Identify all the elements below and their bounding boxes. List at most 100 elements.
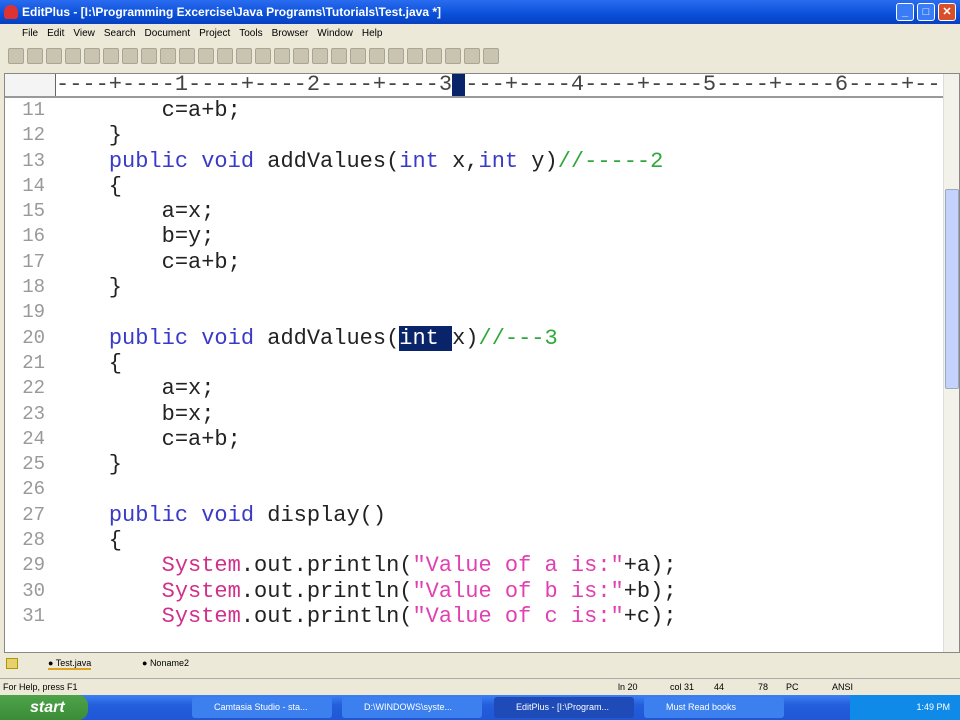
code-token: addValues(: [254, 148, 400, 174]
code-token: System: [161, 553, 241, 579]
menu-document[interactable]: Document: [145, 28, 191, 39]
code-token: b=y;: [56, 224, 215, 250]
code-text: }: [56, 275, 122, 300]
browser-icon[interactable]: [426, 48, 442, 64]
maximize-button[interactable]: □: [917, 3, 935, 21]
print-preview-icon[interactable]: [84, 48, 100, 64]
code-token: public void: [108, 148, 255, 174]
line-number: 25: [22, 453, 45, 476]
code-text: {: [56, 528, 122, 553]
status-line: ln 20: [618, 682, 638, 692]
document-tabs: ● Test.java ● Noname2: [0, 655, 960, 675]
menu-tools[interactable]: Tools: [239, 28, 262, 39]
code-line: 22 a=x;: [5, 376, 945, 401]
line-number: 26: [22, 478, 45, 501]
taskbar: start Camtasia Studio - sta... D:\WINDOW…: [0, 695, 960, 720]
code-text: public void display(): [56, 503, 386, 528]
task-editplus[interactable]: EditPlus - [I:\Program...: [494, 697, 634, 718]
font-icon[interactable]: [350, 48, 366, 64]
editor[interactable]: ----+----1----+----2----+----3----+----4…: [4, 73, 960, 653]
line-number: 14: [22, 174, 45, 197]
menu-file[interactable]: File: [22, 28, 38, 39]
replace-icon[interactable]: [293, 48, 309, 64]
help-icon[interactable]: [483, 48, 499, 64]
menu-project[interactable]: Project: [199, 28, 230, 39]
open-icon[interactable]: [27, 48, 43, 64]
code-line: 12 }: [5, 123, 945, 148]
cut-icon[interactable]: [160, 48, 176, 64]
code-token: .out.println(: [240, 603, 413, 629]
goto-icon[interactable]: [312, 48, 328, 64]
wordwrap-icon[interactable]: [369, 48, 385, 64]
menu-window[interactable]: Window: [317, 28, 353, 39]
line-number: 16: [22, 225, 45, 248]
undo-icon[interactable]: [236, 48, 252, 64]
toolbar: [0, 43, 960, 71]
menu-search[interactable]: Search: [104, 28, 136, 39]
code-token: int: [478, 148, 519, 174]
spell-icon[interactable]: [122, 48, 138, 64]
find-icon[interactable]: [274, 48, 290, 64]
redo-icon[interactable]: [255, 48, 271, 64]
code-text: a=x;: [56, 376, 215, 401]
html-icon[interactable]: [445, 48, 461, 64]
close-button[interactable]: ✕: [938, 3, 956, 21]
menu-view[interactable]: View: [73, 28, 95, 39]
indent-icon[interactable]: [331, 48, 347, 64]
code-token: display(): [254, 502, 387, 528]
clip-icon[interactable]: [141, 48, 157, 64]
menu-help[interactable]: Help: [362, 28, 383, 39]
code-token: +b);: [623, 578, 677, 604]
task-camtasia[interactable]: Camtasia Studio - sta...: [192, 697, 332, 718]
new-icon[interactable]: [8, 48, 24, 64]
dir-icon[interactable]: [464, 48, 480, 64]
line-number: 24: [22, 427, 45, 450]
status-mode: PC: [786, 682, 799, 692]
system-tray: 1:49 PM: [850, 695, 960, 720]
code-token: b=x;: [56, 401, 215, 427]
line-number: 28: [22, 529, 45, 552]
save-icon[interactable]: [46, 48, 62, 64]
menu-browser[interactable]: Browser: [272, 28, 309, 39]
save-all-icon[interactable]: [65, 48, 81, 64]
code-line: 20 public void addValues(int x)//---3: [5, 325, 945, 351]
scrollbar-thumb[interactable]: [945, 189, 959, 389]
code-token: +a);: [623, 553, 677, 579]
selected-text: int: [399, 325, 453, 351]
code-line: 24 c=a+b;: [5, 427, 945, 452]
title-bar: EditPlus - [I:\Programming Excercise\Jav…: [0, 0, 960, 24]
ruler-icon[interactable]: [407, 48, 423, 64]
tab-noname2[interactable]: ● Noname2: [142, 658, 189, 668]
print-icon[interactable]: [103, 48, 119, 64]
code-text: {: [56, 174, 122, 199]
code-token: +c);: [623, 603, 677, 629]
code-line: 11 c=a+b;: [5, 98, 945, 123]
copy-icon[interactable]: [179, 48, 195, 64]
vertical-scrollbar[interactable]: [943, 74, 959, 652]
ruler-text: ----+----1----+----2----+----3----+----4…: [56, 74, 945, 97]
code-area[interactable]: 11 c=a+b; 12 } 13 public void addValues(in…: [5, 98, 945, 652]
code-text: b=x;: [56, 401, 215, 427]
linenum-icon[interactable]: [388, 48, 404, 64]
code-token: }: [56, 452, 123, 478]
start-button[interactable]: start: [0, 695, 88, 720]
task-folder[interactable]: Must Read books: [644, 697, 784, 718]
tab-test-java[interactable]: ● Test.java: [48, 658, 92, 670]
ruler: ----+----1----+----2----+----3----+----4…: [5, 74, 945, 98]
paste-icon[interactable]: [198, 48, 214, 64]
line-number: 22: [22, 377, 45, 400]
code-line: 15 a=x;: [5, 199, 945, 224]
task-cmd[interactable]: D:\WINDOWS\syste...: [342, 697, 482, 718]
code-line: 21 {: [5, 351, 945, 376]
status-help: For Help, press F1: [3, 682, 78, 692]
menu-edit[interactable]: Edit: [47, 28, 64, 39]
code-token: addValues(: [254, 325, 400, 351]
code-line: 30 System.out.println("Value of b is:"+b…: [5, 579, 945, 604]
minimize-button[interactable]: _: [896, 3, 914, 21]
line-number: 12: [22, 124, 45, 147]
delete-icon[interactable]: [217, 48, 233, 64]
code-line: 26: [5, 477, 945, 502]
line-number: 29: [22, 554, 45, 577]
